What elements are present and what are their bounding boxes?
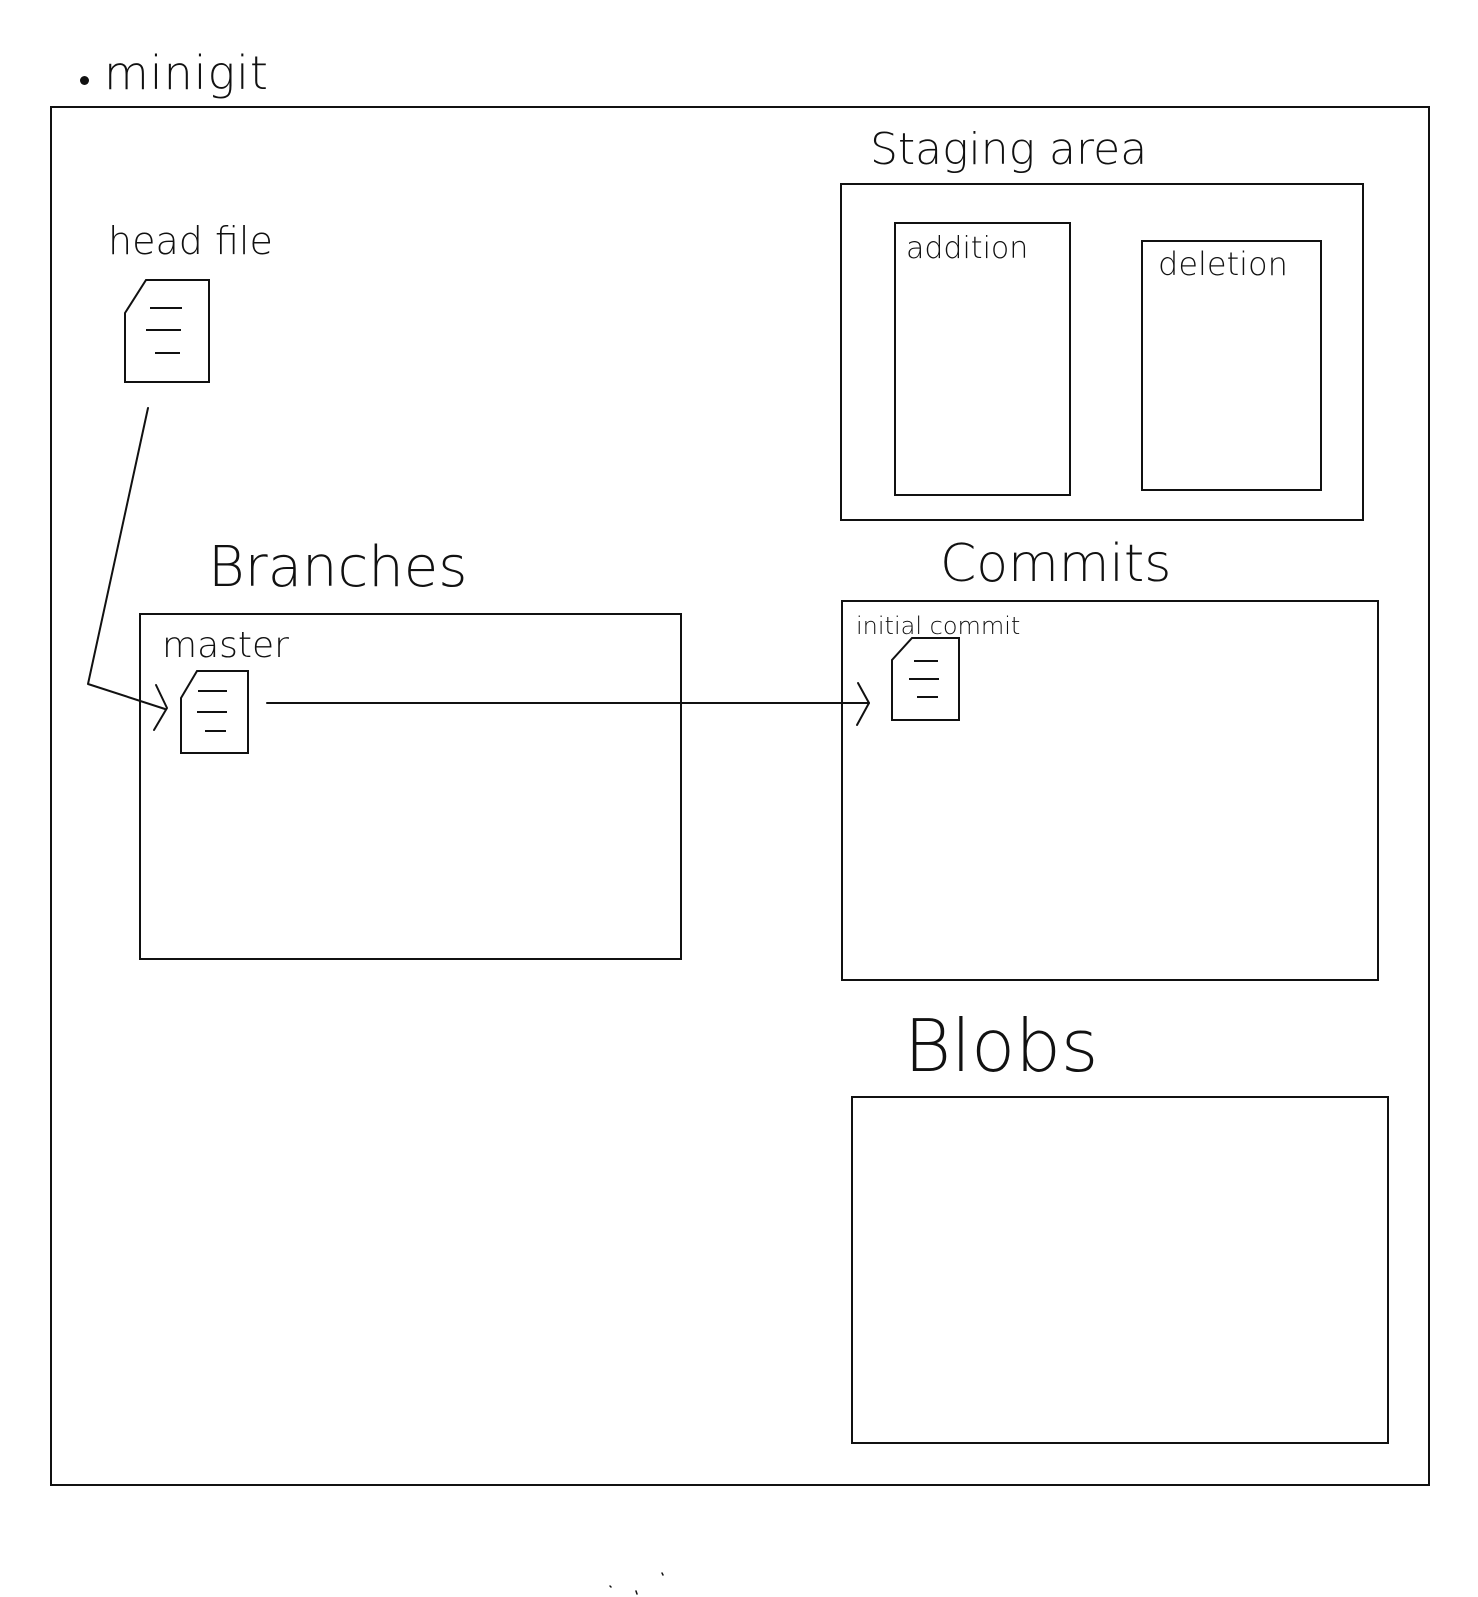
- branches-title: Branches: [208, 535, 468, 600]
- blobs-box: [851, 1096, 1389, 1444]
- addition-label: addition: [906, 231, 1029, 266]
- commits-box: [841, 600, 1379, 981]
- deletion-label: deletion: [1158, 245, 1288, 283]
- staging-area-title: Staging area: [870, 124, 1148, 175]
- bullet-dot: [80, 76, 89, 85]
- head-file-label: head file: [108, 219, 273, 263]
- stray-marks: [609, 1572, 664, 1595]
- blobs-title: Blobs: [904, 1004, 1099, 1088]
- diagram-title: minigit: [104, 46, 269, 100]
- initial-commit-label: initial commit: [856, 612, 1021, 640]
- commits-title: Commits: [940, 534, 1172, 594]
- master-branch-label: master: [162, 625, 289, 666]
